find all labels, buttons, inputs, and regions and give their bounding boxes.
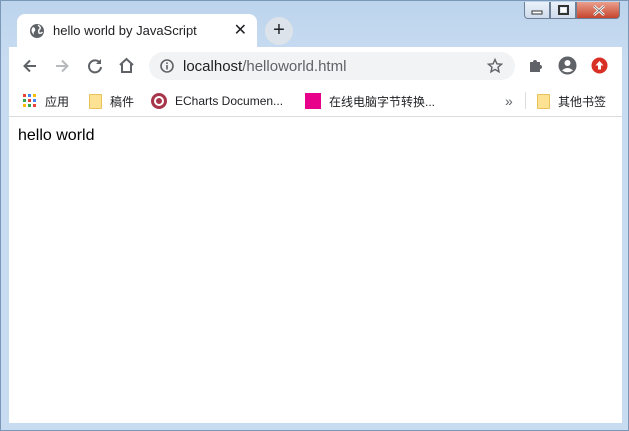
window-close-icon: [593, 5, 605, 16]
window-controls: [524, 2, 620, 20]
extensions-icon[interactable]: [527, 57, 544, 74]
minimize-button[interactable]: [524, 2, 550, 19]
bookmark-folder-1[interactable]: 稿件: [89, 91, 134, 111]
reload-icon[interactable]: [86, 57, 104, 75]
bookmark-other[interactable]: 其他书签: [537, 91, 606, 111]
bookmark-apps[interactable]: 应用: [23, 91, 69, 111]
tab-title: hello world by JavaScript: [53, 23, 197, 38]
browser-toolbar: localhost/helloworld.html: [9, 47, 622, 85]
title-bar: hello world by JavaScript ✕ +: [1, 1, 628, 48]
bookmark-converter[interactable]: 在线电脑字节转换...: [305, 91, 435, 111]
bookmark-other-label: 其他书签: [558, 94, 607, 109]
folder-icon: [89, 93, 102, 109]
bookmark-apps-label: 应用: [45, 94, 70, 109]
page-content: hello world: [9, 117, 622, 423]
url-host: localhost: [183, 58, 243, 75]
bookmark-echarts-label: ECharts Documen...: [175, 94, 284, 108]
info-icon[interactable]: [160, 59, 174, 73]
new-tab-button[interactable]: +: [265, 17, 293, 45]
restore-icon: [558, 5, 569, 15]
bookmarks-divider: [525, 92, 526, 109]
url-path: /helloworld.html: [242, 58, 347, 75]
pink-favicon-icon: [305, 93, 321, 109]
star-icon[interactable]: [487, 58, 503, 74]
apps-grid-icon: [23, 94, 36, 107]
close-tab-icon[interactable]: ✕: [234, 20, 247, 40]
update-icon[interactable]: [591, 57, 608, 74]
address-bar[interactable]: localhost/helloworld.html: [149, 52, 515, 80]
globe-icon: [30, 24, 44, 38]
browser-window: hello world by JavaScript ✕ + localhost/…: [0, 0, 629, 431]
bookmark-echarts[interactable]: ECharts Documen...: [151, 91, 283, 111]
url-text[interactable]: localhost/helloworld.html: [183, 58, 346, 75]
minimize-icon: [531, 10, 543, 15]
page-text: hello world: [18, 127, 95, 144]
back-icon[interactable]: [21, 57, 39, 75]
bookmarks-overflow-icon[interactable]: »: [505, 91, 513, 111]
bookmark-folder-1-label: 稿件: [110, 94, 135, 109]
bookmark-converter-label: 在线电脑字节转换...: [329, 94, 436, 109]
forward-icon[interactable]: [53, 57, 71, 75]
tab-active[interactable]: hello world by JavaScript ✕: [17, 14, 257, 48]
home-icon[interactable]: [117, 56, 136, 75]
profile-icon[interactable]: [558, 56, 577, 75]
window-close-button[interactable]: [576, 2, 620, 19]
echarts-favicon-icon: [151, 93, 167, 109]
maximize-button[interactable]: [550, 2, 576, 19]
other-folder-icon: [537, 93, 550, 109]
bookmarks-bar: 应用 稿件 ECharts Documen... 在线电脑字节转换... » 其…: [9, 85, 622, 117]
